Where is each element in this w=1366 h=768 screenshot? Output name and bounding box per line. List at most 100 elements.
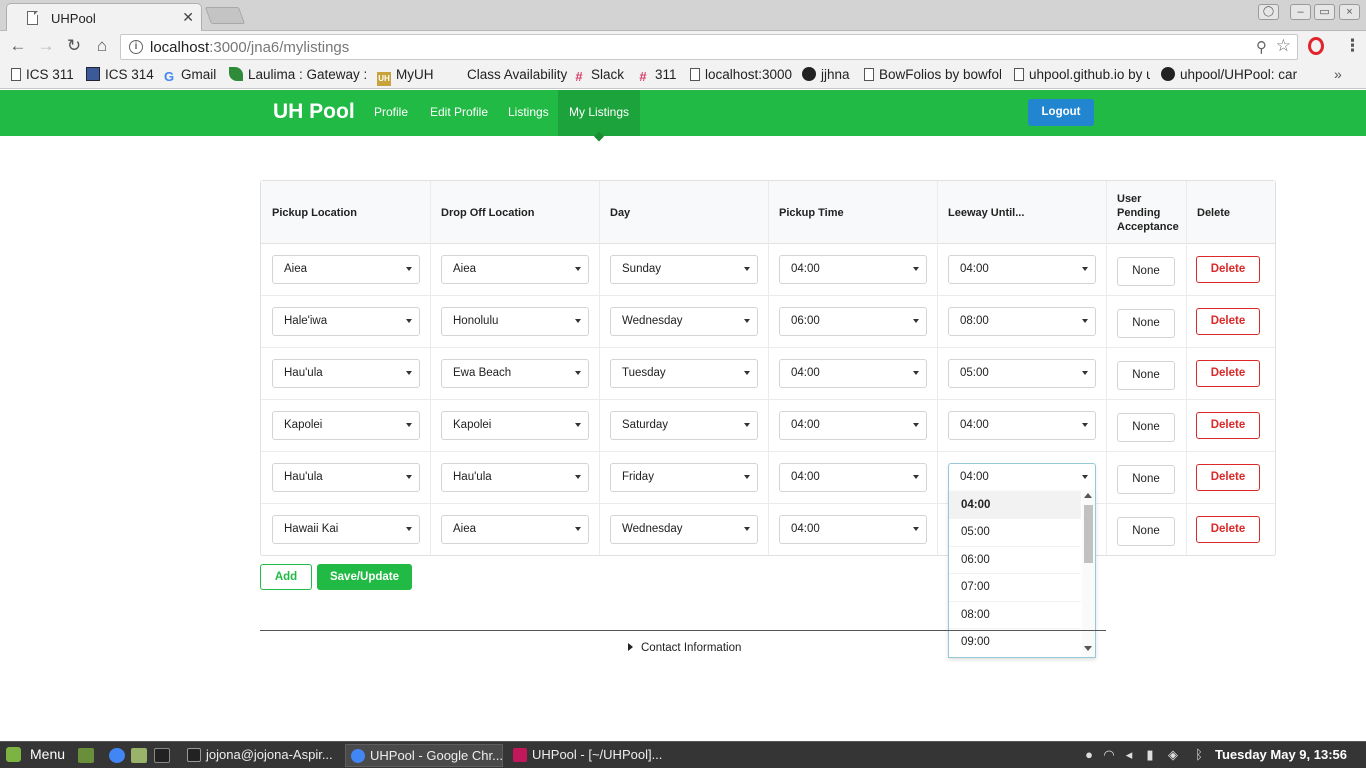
terminal-launcher-icon[interactable] [154,748,170,763]
bookmark-bowfolios[interactable]: BowFolios by bowfolio [864,67,1001,82]
show-desktop-icon[interactable] [78,748,94,763]
dropdown-option[interactable]: 04:00 [949,491,1081,518]
task-chrome[interactable]: UHPool - Google Chr... [345,744,503,767]
bookmark-jjhna[interactable]: jjhna [802,67,850,82]
pending-user-field[interactable]: None [1117,517,1175,546]
bookmark-star-icon[interactable]: ☆ [1276,36,1291,56]
day-select[interactable]: Tuesday [610,359,758,388]
delete-button[interactable]: Delete [1196,516,1260,543]
address-bar[interactable]: i localhost:3000/jna6/mylistings ⚲ ☆ [120,34,1298,60]
pickup-time-select[interactable]: 04:00 [779,411,927,440]
user-tray-icon[interactable]: ● [1082,747,1096,763]
user-icon[interactable]: ◯ [1258,4,1279,20]
bookmark-slack[interactable]: # Slack [572,67,624,84]
pickup-time-select[interactable]: 06:00 [779,307,927,336]
bookmark-ics311[interactable]: ICS 311 [11,67,74,82]
bookmark-localhost[interactable]: localhost:3000 [690,67,792,82]
dropoff-location-select[interactable]: Ewa Beach [441,359,589,388]
task-terminal[interactable]: jojona@jojona-Aspir... [182,744,340,767]
battery-icon[interactable]: ▮ [1143,747,1157,763]
pickup-location-select[interactable]: Hawaii Kai [272,515,420,544]
nav-my-listings[interactable]: My Listings [558,90,641,136]
bookmark-311[interactable]: #311 [636,67,676,84]
dropdown-option[interactable]: 05:00 [949,518,1081,545]
bluetooth-icon[interactable]: ᛒ [1192,747,1206,763]
bookmark-laulima[interactable]: Laulima : Gateway : W [229,67,366,82]
bookmark-uhpool-github[interactable]: uhpool/UHPool: car p [1161,67,1299,82]
dropdown-option[interactable]: 09:00 [949,628,1081,655]
pending-user-field[interactable]: None [1117,257,1175,286]
dropdown-option[interactable]: 06:00 [949,546,1081,573]
pending-user-field[interactable]: None [1117,465,1175,494]
home-icon[interactable]: ⌂ [92,36,112,56]
url-text[interactable]: localhost:3000/jna6/mylistings [150,39,349,56]
day-select[interactable]: Friday [610,463,758,492]
dropoff-location-select[interactable]: Hau'ula [441,463,589,492]
more-bookmarks-icon[interactable]: » [1334,66,1342,82]
delete-button[interactable]: Delete [1196,256,1260,283]
bookmark-uhpool-io[interactable]: uhpool.github.io by u [1014,67,1150,82]
new-tab-button[interactable] [204,7,246,24]
scroll-up-icon[interactable] [1084,493,1092,498]
back-icon[interactable]: ← [8,36,28,56]
scroll-down-icon[interactable] [1084,646,1092,651]
pickup-location-select[interactable]: Hau'ula [272,359,420,388]
pending-user-field[interactable]: None [1117,361,1175,390]
nav-profile[interactable]: Profile [363,90,419,136]
dropoff-location-select[interactable]: Kapolei [441,411,589,440]
nav-listings[interactable]: Listings [497,90,560,136]
wifi-icon[interactable]: ◠ [1102,747,1116,763]
reload-icon[interactable]: ↻ [64,36,84,56]
chrome-launcher-icon[interactable] [109,748,125,763]
day-select[interactable]: Wednesday [610,307,758,336]
close-window-icon[interactable]: × [1339,4,1360,20]
bookmark-class-availability[interactable]: Class Availability [467,67,567,82]
app-brand[interactable]: UH Pool [273,100,355,124]
save-update-button[interactable]: Save/Update [317,564,412,590]
dropoff-location-select[interactable]: Honolulu [441,307,589,336]
delete-button[interactable]: Delete [1196,308,1260,335]
dropoff-location-select[interactable]: Aiea [441,515,589,544]
day-select[interactable]: Sunday [610,255,758,284]
opera-extension-icon[interactable] [1308,37,1324,55]
leeway-select[interactable]: 05:00 [948,359,1096,388]
restore-icon[interactable]: ▭ [1314,4,1335,20]
browser-tab[interactable]: UHPool ✕ [6,3,202,32]
bookmark-myuh[interactable]: UH MyUH [377,67,434,86]
pickup-time-select[interactable]: 04:00 [779,255,927,284]
start-menu-button[interactable]: Menu [6,746,65,762]
pickup-location-select[interactable]: Aiea [272,255,420,284]
leeway-select[interactable]: 04:00 [948,255,1096,284]
pickup-time-select[interactable]: 04:00 [779,463,927,492]
forward-icon[interactable]: → [36,36,56,56]
scrollbar-thumb[interactable] [1084,505,1093,563]
menu-kebab-icon[interactable]: ⋮ [1344,36,1361,56]
pending-user-field[interactable]: None [1117,309,1175,338]
pickup-location-select[interactable]: Kapolei [272,411,420,440]
dropdown-option[interactable]: 07:00 [949,573,1081,600]
bookmark-gmail[interactable]: G Gmail [162,67,216,84]
bookmark-ics314[interactable]: ICS 314 [86,67,154,82]
volume-icon[interactable]: ◂ [1122,747,1136,763]
pickup-location-select[interactable]: Hau'ula [272,463,420,492]
zoom-icon[interactable]: ⚲ [1256,38,1267,56]
info-icon[interactable]: i [129,40,143,54]
pickup-time-select[interactable]: 04:00 [779,359,927,388]
day-select[interactable]: Wednesday [610,515,758,544]
contact-information-toggle[interactable]: Contact Information [628,642,741,654]
leeway-select[interactable]: 08:00 [948,307,1096,336]
taskbar-clock[interactable]: Tuesday May 9, 13:56 [1215,747,1347,762]
day-select[interactable]: Saturday [610,411,758,440]
minimize-icon[interactable]: – [1290,4,1311,20]
nav-edit-profile[interactable]: Edit Profile [419,90,499,136]
pickup-time-select[interactable]: 04:00 [779,515,927,544]
add-listing-button[interactable]: Add [260,564,312,590]
dropdown-option[interactable]: 08:00 [949,601,1081,628]
dropoff-location-select[interactable]: Aiea [441,255,589,284]
logout-button[interactable]: Logout [1028,99,1094,126]
delete-button[interactable]: Delete [1196,412,1260,439]
pending-user-field[interactable]: None [1117,413,1175,442]
files-launcher-icon[interactable] [131,748,147,763]
delete-button[interactable]: Delete [1196,464,1260,491]
pickup-location-select[interactable]: Hale'iwa [272,307,420,336]
